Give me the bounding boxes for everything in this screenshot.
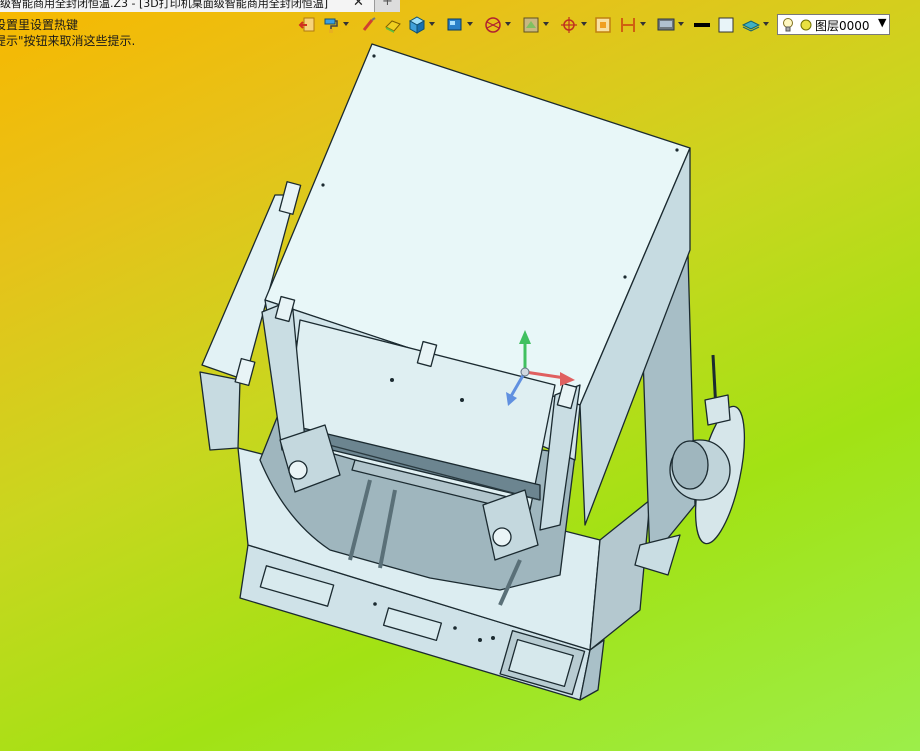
filament-sensor — [704, 394, 731, 426]
frame-right-side — [589, 499, 651, 651]
3d-viewport[interactable] — [0, 0, 920, 751]
fan-left — [288, 460, 308, 480]
frame-left-side — [199, 371, 241, 451]
fan-right — [492, 527, 512, 547]
